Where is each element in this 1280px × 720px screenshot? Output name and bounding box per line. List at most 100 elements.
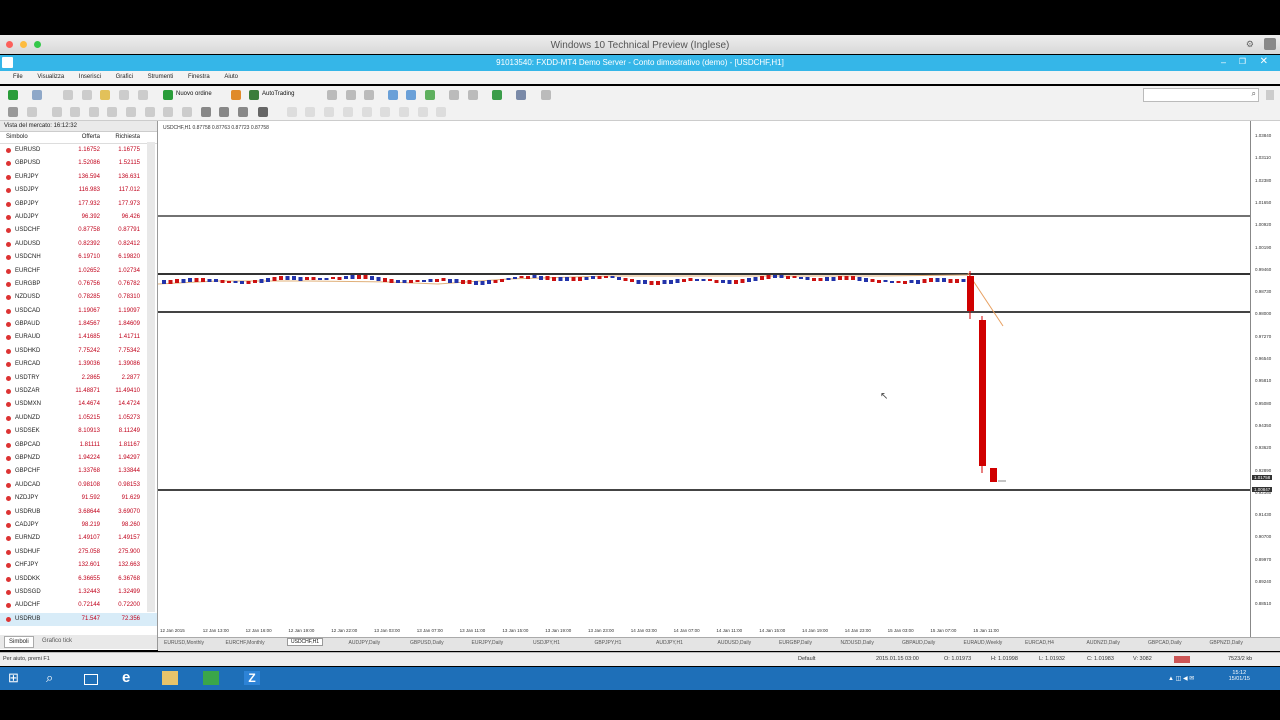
label-icon[interactable] — [163, 107, 173, 117]
taskbar-clock[interactable]: 15:12 15/01/15 — [1229, 670, 1250, 682]
periods-icon[interactable] — [516, 90, 526, 100]
restore-window-icon[interactable]: ❐ — [1239, 57, 1246, 66]
market-watch-row[interactable]: USDHUF 275.058 275.900 — [0, 546, 157, 559]
market-watch-row[interactable]: AUDCAD 0.98108 0.98153 — [0, 479, 157, 492]
shapes-icon[interactable] — [182, 107, 192, 117]
indicators-icon[interactable] — [492, 90, 502, 100]
candlestick-icon[interactable] — [346, 90, 356, 100]
connection-status-icon[interactable] — [1174, 656, 1190, 663]
chart-tab[interactable]: EURCHF,Monthly — [226, 640, 265, 646]
menu-window[interactable]: Finestra — [188, 71, 210, 84]
symbol-column-header[interactable]: Simbolo — [6, 132, 28, 143]
tab-tick-chart[interactable]: Grafico tick — [42, 638, 72, 644]
menu-help[interactable]: Aiuto — [224, 71, 238, 84]
period-h1-icon[interactable] — [362, 107, 372, 117]
triangle-icon[interactable] — [219, 107, 229, 117]
market-watch-row[interactable]: EURUSD 1.16752 1.16775 — [0, 144, 157, 157]
market-watch-row[interactable]: USDZAR 11.48871 11.49410 — [0, 385, 157, 398]
zoom-out-icon[interactable] — [406, 90, 416, 100]
market-watch-row[interactable]: EURAUD 1.41685 1.41711 — [0, 331, 157, 344]
market-watch-row[interactable]: USDHKD 7.75242 7.75342 — [0, 345, 157, 358]
market-watch-row[interactable]: GBPCHF 1.33768 1.33844 — [0, 465, 157, 478]
market-watch-row[interactable]: AUDCHF 0.72144 0.72200 — [0, 599, 157, 612]
period-m15-icon[interactable] — [324, 107, 334, 117]
chart-tab[interactable]: EURJPY,Daily — [472, 640, 504, 646]
templates-icon[interactable] — [541, 90, 551, 100]
market-watch-row[interactable]: USDTRY 2.2865 2.2877 — [0, 372, 157, 385]
cursor-icon[interactable] — [8, 107, 18, 117]
period-m1-icon[interactable] — [287, 107, 297, 117]
metatrader-taskbar-icon[interactable]: Z — [244, 671, 260, 685]
chart-tab[interactable]: AUDJPY,H1 — [656, 640, 683, 646]
market-watch-row[interactable]: NZDUSD 0.78285 0.78310 — [0, 291, 157, 304]
ellipse-icon[interactable] — [201, 107, 211, 117]
strategy-tester-icon[interactable] — [138, 90, 148, 100]
search-taskbar-icon[interactable]: ⌕ — [46, 671, 62, 685]
chart-tab[interactable]: AUDNZD,Daily — [1087, 640, 1120, 646]
chart-tab[interactable]: EURAUD,Weekly — [964, 640, 1003, 646]
chart-tab[interactable]: AUDJPY,Daily — [349, 640, 381, 646]
chart-tab[interactable]: EURGBP,Daily — [779, 640, 812, 646]
bid-column-header[interactable]: Offerta — [67, 132, 100, 143]
market-watch-row[interactable]: EURCAD 1.39036 1.39086 — [0, 358, 157, 371]
fibonacci-icon[interactable] — [126, 107, 136, 117]
period-h4-icon[interactable] — [380, 107, 390, 117]
market-watch-row[interactable]: AUDUSD 0.82392 0.82412 — [0, 238, 157, 251]
menu-file[interactable]: File — [13, 71, 23, 84]
metaeditor-icon[interactable] — [231, 90, 241, 100]
market-watch-row[interactable]: GBPCAD 1.81111 1.81167 — [0, 439, 157, 452]
chart-tab[interactable]: USDJPY,H1 — [533, 640, 560, 646]
market-watch-row[interactable]: EURNZD 1.49107 1.49157 — [0, 532, 157, 545]
auto-scroll-icon[interactable] — [468, 90, 478, 100]
tab-symbols[interactable]: Simboli — [4, 636, 34, 648]
market-watch-icon[interactable] — [63, 90, 73, 100]
chart-tab[interactable]: NZDUSD,Daily — [841, 640, 874, 646]
autotrading-icon[interactable] — [249, 90, 259, 100]
crosshair-icon[interactable] — [27, 107, 37, 117]
chart-canvas[interactable] — [158, 121, 1250, 625]
gear-icon[interactable]: ⚙ — [1246, 39, 1254, 50]
market-watch-row[interactable]: CADJPY 98.219 98.260 — [0, 519, 157, 532]
fullscreen-icon[interactable] — [1264, 38, 1276, 50]
chart-tab[interactable]: GBPAUD,Daily — [902, 640, 935, 646]
ask-column-header[interactable]: Richiesta — [104, 132, 140, 143]
market-watch-row[interactable]: EURCHF 1.02652 1.02734 — [0, 265, 157, 278]
menu-tools[interactable]: Strumenti — [148, 71, 174, 84]
data-window-icon[interactable] — [82, 90, 92, 100]
internet-explorer-icon[interactable]: e — [122, 670, 138, 685]
market-watch-row[interactable]: USDCAD 1.19067 1.19097 — [0, 305, 157, 318]
file-explorer-icon[interactable] — [162, 671, 178, 685]
market-watch-row[interactable]: USDSGD 1.32443 1.32499 — [0, 586, 157, 599]
market-watch-row[interactable]: USDSEK 8.10913 8.11249 — [0, 425, 157, 438]
market-watch-row[interactable]: USDRUB 3.68644 3.69070 — [0, 506, 157, 519]
market-watch-row[interactable]: USDMXN 14.4674 14.4724 — [0, 398, 157, 411]
price-axis[interactable]: 1.03840 1.03110 1.02380 1.01650 1.00920 1.001… — [1250, 121, 1280, 637]
market-watch-scrollbar[interactable] — [147, 142, 155, 612]
tile-windows-icon[interactable] — [425, 90, 435, 100]
market-watch-row[interactable]: AUDNZD 1.05215 1.05273 — [0, 412, 157, 425]
rectangle-icon[interactable] — [238, 107, 248, 117]
period-d1-icon[interactable] — [399, 107, 409, 117]
chart-tab[interactable]: EURCAD,H4 — [1025, 640, 1054, 646]
market-watch-row[interactable]: AUDJPY 96.392 96.426 — [0, 211, 157, 224]
autotrading-button[interactable]: AutoTrading — [262, 91, 294, 97]
new-order-icon[interactable] — [163, 90, 173, 100]
chart-shift-icon[interactable] — [449, 90, 459, 100]
horizontal-line-icon[interactable] — [70, 107, 80, 117]
chart-tab[interactable]: EURUSD,Monthly — [164, 640, 204, 646]
market-watch-row[interactable]: EURJPY 136.594 136.631 — [0, 171, 157, 184]
start-icon[interactable]: ⊞ — [8, 671, 24, 685]
zoom-in-icon[interactable] — [388, 90, 398, 100]
market-watch-row[interactable]: GBPUSD 1.52086 1.52115 — [0, 157, 157, 170]
market-watch-row[interactable]: GBPAUD 1.84567 1.84609 — [0, 318, 157, 331]
market-watch-row[interactable]: USDJPY 116.983 117.012 — [0, 184, 157, 197]
text-icon[interactable] — [145, 107, 155, 117]
profiles-icon[interactable] — [32, 90, 42, 100]
market-watch-row[interactable]: GBPNZD 1.94224 1.94297 — [0, 452, 157, 465]
market-watch-row[interactable]: USDRUB 71.547 72.356 — [0, 612, 157, 627]
market-watch-row[interactable]: CHFJPY 132.601 132.663 — [0, 559, 157, 572]
minimize-window-icon[interactable]: – — [1221, 57, 1226, 67]
period-w1-icon[interactable] — [418, 107, 428, 117]
bar-chart-icon[interactable] — [327, 90, 337, 100]
search-input[interactable]: ⌕ — [1143, 88, 1259, 102]
